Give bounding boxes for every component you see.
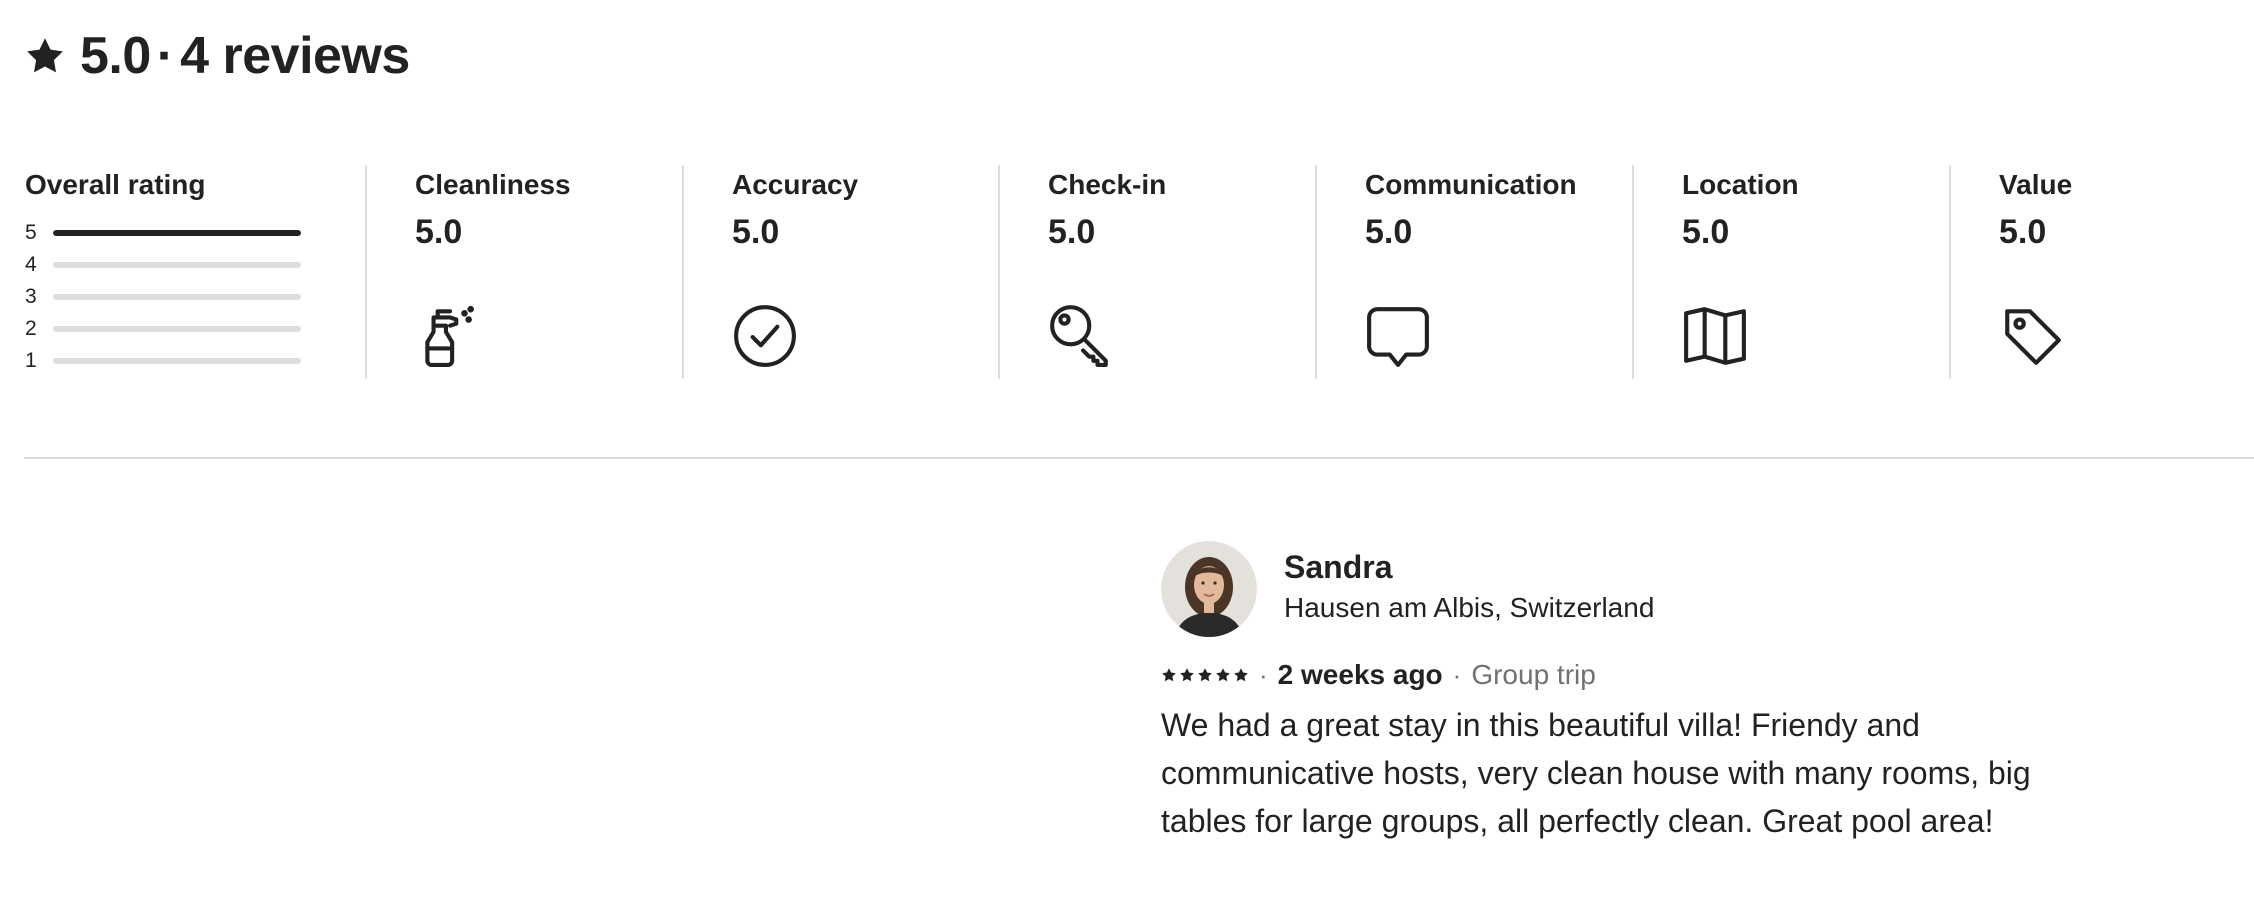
star-icon bbox=[1180, 668, 1194, 682]
star-icon bbox=[1198, 668, 1212, 682]
rating-bar-row: 4 bbox=[25, 253, 301, 277]
category-score: 5.0 bbox=[1048, 213, 1096, 251]
rating-bar-fill bbox=[53, 230, 301, 236]
tag-icon bbox=[2005, 309, 2061, 365]
divider bbox=[682, 165, 684, 379]
rating-bar-row: 3 bbox=[25, 285, 301, 309]
category-score: 5.0 bbox=[415, 213, 463, 251]
rating-bar-row: 5 bbox=[25, 221, 301, 245]
review-text: We had a great stay in this beautiful vi… bbox=[1161, 707, 2031, 839]
rating-bar-track bbox=[53, 326, 301, 332]
review-date: 2 weeks ago bbox=[1277, 659, 1443, 690]
check-circle-icon bbox=[734, 305, 796, 367]
star-icon bbox=[1216, 668, 1230, 682]
ratings-summary: Overall rating 5 4 3 2 1 Cleanliness 5.0 bbox=[0, 165, 2254, 379]
divider bbox=[998, 165, 1000, 379]
review-meta: · 2 weeks ago · Group trip bbox=[1161, 659, 1596, 691]
spray-bottle-icon bbox=[425, 305, 474, 367]
star-icon bbox=[27, 38, 63, 73]
category-label: Accuracy bbox=[732, 169, 859, 200]
key-icon bbox=[1050, 305, 1108, 367]
rating-bar-star-count: 5 bbox=[25, 221, 37, 244]
category-score: 5.0 bbox=[1682, 213, 1730, 251]
rating-bar-row: 1 bbox=[25, 349, 301, 373]
reviewer-location: Hausen am Albis, Switzerland bbox=[1284, 592, 1655, 623]
category-label: Value bbox=[1999, 169, 2073, 200]
meta-separator: · bbox=[1259, 659, 1268, 690]
category-label: Check-in bbox=[1048, 169, 1167, 200]
trip-type: Group trip bbox=[1471, 659, 1596, 690]
map-icon bbox=[1684, 307, 1746, 365]
reviews-header: 5.0 · 4 reviews bbox=[24, 24, 410, 88]
divider bbox=[1632, 165, 1634, 379]
overall-rating-label: Overall rating bbox=[25, 169, 206, 200]
header-separator: · bbox=[156, 27, 175, 85]
star-icon bbox=[1162, 668, 1176, 682]
review-star-rating bbox=[1161, 667, 1249, 683]
rating-bar-track bbox=[53, 358, 301, 364]
divider bbox=[365, 165, 367, 379]
divider bbox=[1949, 165, 1951, 379]
rating-bar-track bbox=[53, 294, 301, 300]
rating-bar-track bbox=[53, 230, 301, 236]
reviewer-name: Sandra bbox=[1284, 549, 1393, 585]
category-label: Location bbox=[1682, 169, 1799, 200]
category-score: 5.0 bbox=[732, 213, 780, 251]
overall-rating-breakdown: Overall rating 5 4 3 2 1 bbox=[25, 165, 325, 379]
avatar[interactable] bbox=[1161, 541, 1257, 637]
overall-rating-value: 5.0 bbox=[80, 27, 151, 85]
category-score: 5.0 bbox=[1365, 213, 1413, 251]
chat-bubble-icon bbox=[1367, 307, 1429, 367]
rating-bar-star-count: 4 bbox=[25, 253, 37, 276]
rating-bar-row: 2 bbox=[25, 317, 301, 341]
meta-separator: · bbox=[1452, 659, 1462, 690]
star-icon bbox=[1234, 668, 1248, 682]
rating-bar-star-count: 2 bbox=[25, 317, 37, 340]
rating-bar-track bbox=[53, 262, 301, 268]
section-divider bbox=[24, 457, 2254, 459]
rating-bar-star-count: 3 bbox=[25, 285, 37, 308]
review-count: 4 reviews bbox=[180, 27, 410, 85]
category-label: Communication bbox=[1365, 169, 1577, 200]
divider bbox=[1315, 165, 1317, 379]
rating-bar-star-count: 1 bbox=[25, 349, 37, 372]
category-score: 5.0 bbox=[1999, 213, 2047, 251]
category-label: Cleanliness bbox=[415, 169, 571, 200]
